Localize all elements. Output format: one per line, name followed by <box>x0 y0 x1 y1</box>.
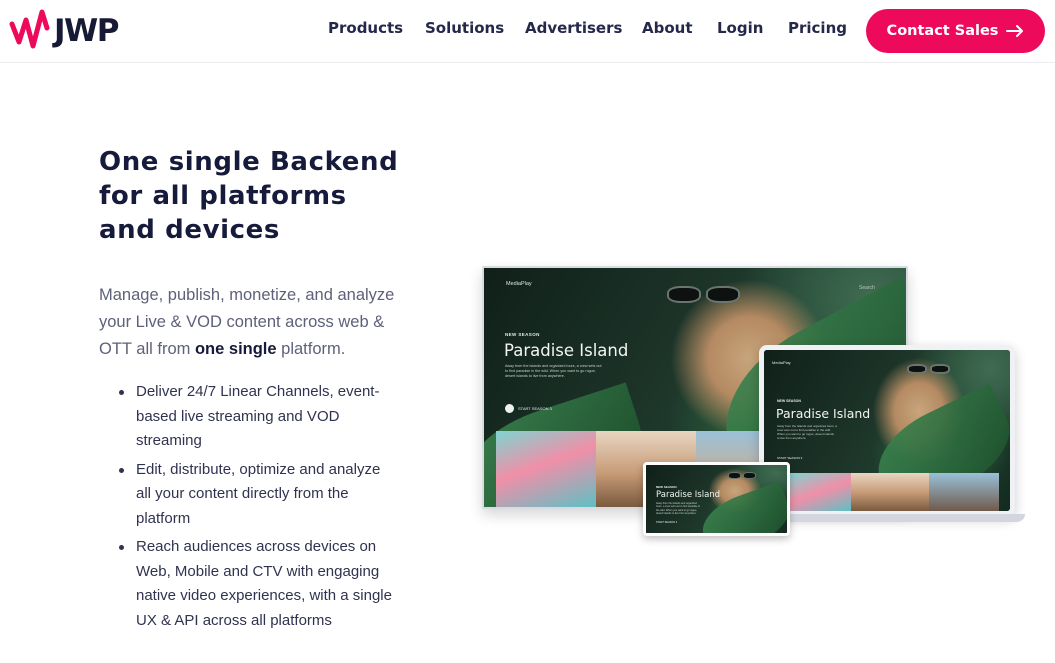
nav-link-solutions[interactable]: Solutions <box>425 19 504 37</box>
tv-season-tag: NEW SEASON <box>505 332 540 337</box>
contact-sales-label: Contact Sales <box>886 23 999 39</box>
feature-item-linear-channels: Deliver 24/7 Linear Channels, event-base… <box>117 380 397 454</box>
jwp-logo[interactable]: JWP <box>9 6 119 56</box>
laptop-show-title: Paradise Island <box>776 406 871 421</box>
laptop-mockup: MediaPlay NEW SEASON Paradise Island Awa… <box>759 345 1015 516</box>
laptop-season-tag: NEW SEASON <box>777 399 801 403</box>
laptop-play-label: START SEASON 3 <box>777 456 803 460</box>
laptop-brand-label: MediaPlay <box>772 360 791 365</box>
phone-sunglasses-image <box>728 472 741 479</box>
laptop-thumbnail-row <box>789 473 999 511</box>
feature-item-edit-distribute: Edit, distribute, optimize and analyze a… <box>117 458 397 532</box>
nav-link-products[interactable]: Products <box>328 19 403 37</box>
laptop-sunglasses-image-2 <box>930 364 950 374</box>
phone-show-description: Away from the islands and organized tour… <box>656 502 701 516</box>
contact-sales-button[interactable]: Contact Sales <box>866 9 1045 53</box>
nav-link-login[interactable]: Login <box>717 19 763 37</box>
nav-link-advertisers[interactable]: Advertisers <box>525 19 622 37</box>
laptop-thumbnail-flamingo <box>789 473 851 511</box>
intro-text-bold: one single <box>194 340 277 358</box>
phone-play-label: START SEASON 3 <box>656 521 678 524</box>
nav-link-pricing[interactable]: Pricing <box>788 19 847 37</box>
tv-play-button: START SEASON 3 <box>505 404 552 413</box>
phone-sunglasses-image-2 <box>743 472 756 479</box>
tv-play-icon <box>505 404 514 413</box>
logo-wordmark: JWP <box>54 13 119 49</box>
phone-mockup: NEW SEASON Paradise Island Away from the… <box>643 462 790 536</box>
laptop-thumbnail-portrait <box>929 473 999 511</box>
tv-show-title: Paradise Island <box>504 341 629 360</box>
hero-headline: One single Backend for all platforms and… <box>99 147 399 245</box>
thumbnail-flamingo <box>496 431 596 507</box>
tv-show-description: Away from the islands and organized tour… <box>505 364 602 378</box>
feature-list: Deliver 24/7 Linear Channels, event-base… <box>117 380 397 637</box>
arrow-right-icon <box>1006 25 1024 37</box>
tv-brand-label: MediaPlay <box>506 281 532 287</box>
phone-show-title: Paradise Island <box>656 490 721 500</box>
tv-play-label: START SEASON 3 <box>518 406 552 411</box>
phone-season-tag: NEW SEASON <box>656 485 677 489</box>
laptop-show-description: Away from the islands and organized tour… <box>777 424 837 440</box>
tv-sunglasses-image-2 <box>706 286 740 303</box>
tv-sunglasses-image <box>667 286 701 303</box>
hero-intro: Manage, publish, monetize, and analyze y… <box>99 282 399 363</box>
top-navigation: JWP Products Solutions Advertisers About… <box>0 0 1055 63</box>
tv-search-label: Search <box>859 285 875 291</box>
jwp-logo-mark-icon <box>9 9 50 49</box>
laptop-sunglasses-image <box>907 364 927 374</box>
nav-link-about[interactable]: About <box>642 19 693 37</box>
intro-text-end: platform. <box>276 340 346 358</box>
laptop-thumbnail-motorbike <box>851 473 929 511</box>
feature-item-reach-audiences: Reach audiences across devices on Web, M… <box>117 535 397 633</box>
